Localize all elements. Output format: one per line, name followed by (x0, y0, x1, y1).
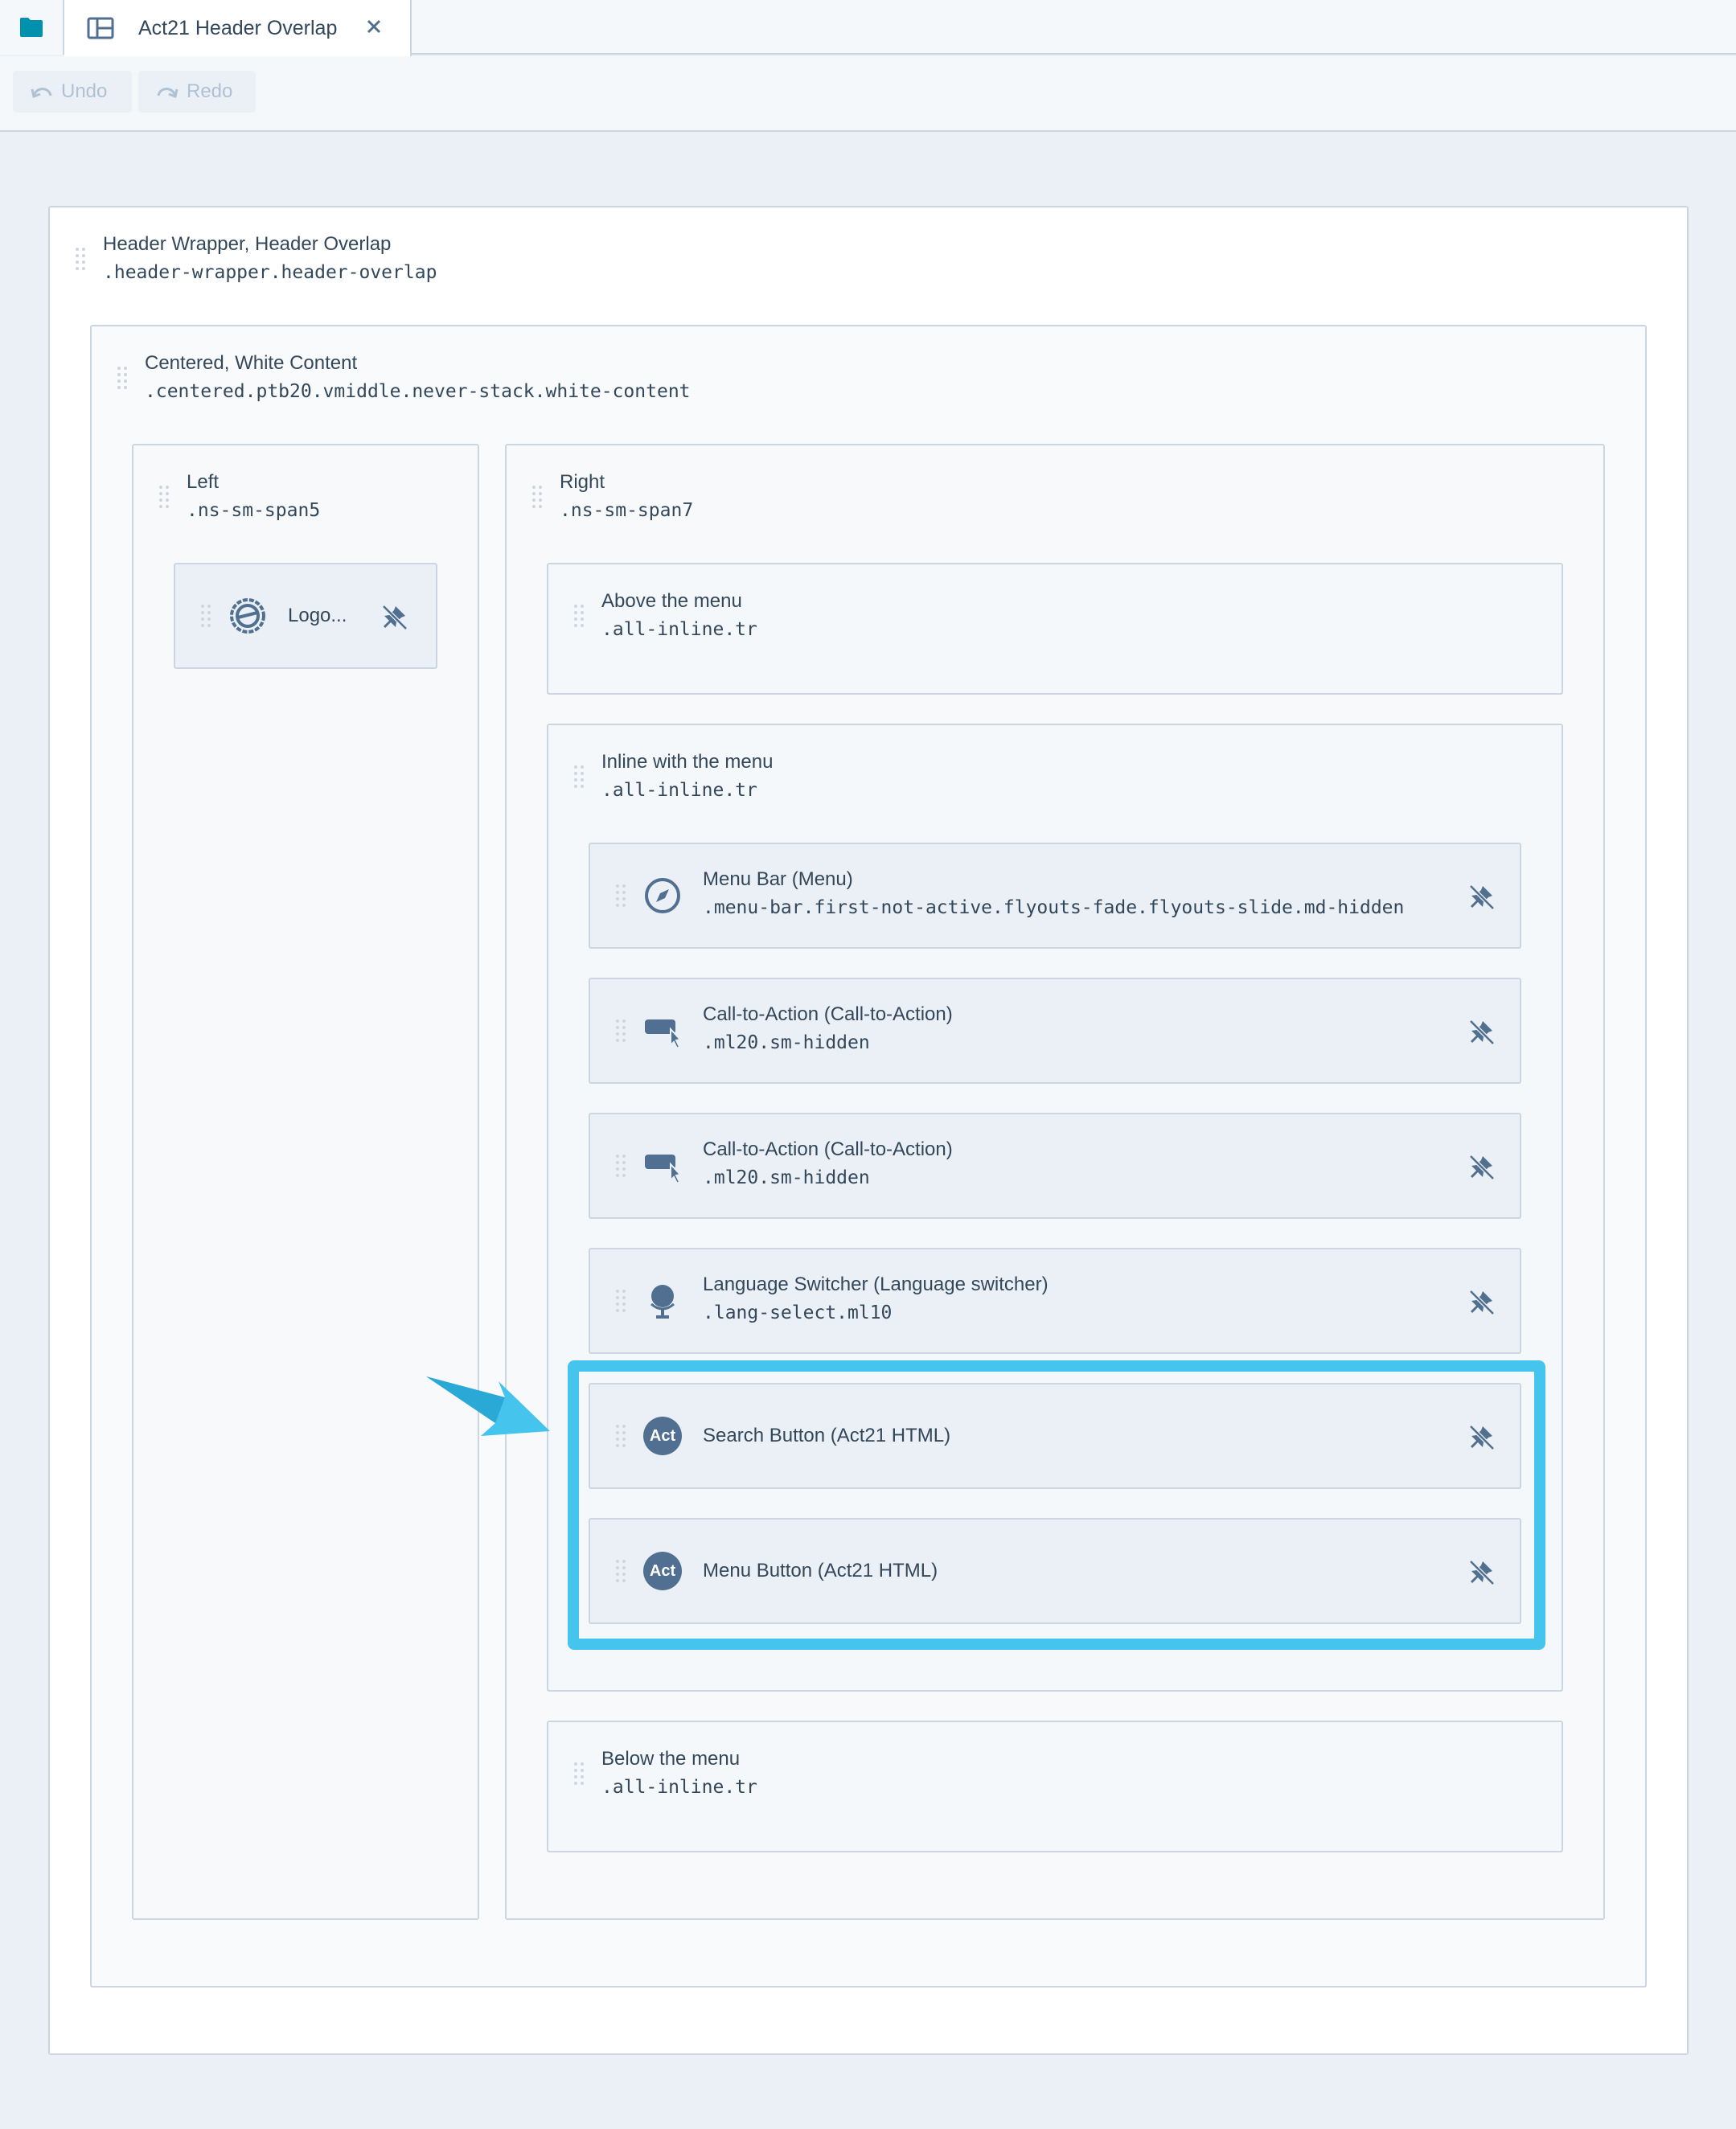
drag-handle[interactable] (574, 605, 584, 629)
cta-module[interactable]: Call-to-Action (Call-to-Action) .ml20.sm… (589, 978, 1521, 1084)
cta-module[interactable]: Call-to-Action (Call-to-Action) .ml20.sm… (589, 1113, 1521, 1219)
above-menu-row[interactable]: Above the menu .all-inline.tr (547, 563, 1563, 695)
section-title: Header Wrapper, Header Overlap (103, 233, 392, 255)
drag-handle[interactable] (574, 765, 584, 790)
module-css-class: .ml20.sm-hidden (703, 1032, 870, 1053)
folder-icon (20, 18, 43, 37)
row-title: Below the menu (601, 1748, 741, 1770)
drag-handle[interactable] (616, 1155, 626, 1179)
drag-handle[interactable] (76, 248, 85, 272)
row-title: Above the menu (601, 590, 742, 612)
row-css-class: .centered.ptb20.vmiddle.never-stack.whit… (145, 381, 691, 402)
row-title: Inline with the menu (601, 751, 774, 773)
language-switcher-module[interactable]: Language Switcher (Language switcher) .l… (589, 1248, 1521, 1354)
column-title: Left (187, 471, 220, 493)
tab-title: Act21 Header Overlap (138, 16, 338, 39)
undo-button[interactable]: Undo (13, 71, 132, 113)
highlight-box (568, 1360, 1545, 1650)
row-css-class: .all-inline.tr (601, 619, 757, 640)
module-title: Menu Bar (Menu) (703, 868, 853, 890)
logo-label: Logo... (288, 605, 347, 626)
cta-icon (645, 1155, 682, 1185)
cta-icon (645, 1019, 682, 1050)
module-title: Call-to-Action (Call-to-Action) (703, 1003, 953, 1025)
row-css-class: .all-inline.tr (601, 1777, 757, 1798)
drag-handle[interactable] (201, 605, 211, 629)
module-title: Language Switcher (Language switcher) (703, 1274, 1049, 1295)
column-css-class: .ns-sm-span7 (560, 500, 694, 521)
tab-act21-header-overlap[interactable]: Act21 Header Overlap (64, 0, 412, 56)
drag-handle[interactable] (532, 486, 542, 510)
module-css-class: .menu-bar.first-not-active.flyouts-fade.… (703, 897, 1405, 918)
annotation-arrow (426, 1376, 550, 1436)
pin-off-icon[interactable] (1468, 1153, 1496, 1180)
column-title: Right (560, 471, 605, 493)
undo-icon (31, 88, 52, 99)
redo-button[interactable]: Redo (138, 71, 256, 113)
below-menu-row[interactable]: Below the menu .all-inline.tr (547, 1721, 1563, 1852)
tab-bar: Act21 Header Overlap (0, 0, 1736, 56)
globe-icon (650, 1285, 675, 1319)
pin-off-icon[interactable] (1468, 883, 1496, 910)
drag-handle[interactable] (616, 1019, 626, 1044)
pin-off-icon[interactable] (381, 603, 408, 630)
editor-toolbar: Undo Redo (0, 56, 1736, 132)
drag-handle[interactable] (574, 1762, 584, 1786)
redo-icon (157, 88, 179, 99)
close-icon[interactable] (362, 14, 386, 39)
pin-off-icon[interactable] (1468, 1288, 1496, 1315)
row-css-class: .all-inline.tr (601, 780, 757, 801)
drag-handle[interactable] (117, 367, 127, 391)
module-css-class: .ml20.sm-hidden (703, 1167, 870, 1188)
drag-handle[interactable] (616, 884, 626, 909)
drag-handle[interactable] (159, 486, 169, 510)
drag-handle[interactable] (616, 1290, 626, 1314)
logo-icon (230, 598, 265, 634)
folder-tab[interactable] (0, 0, 64, 55)
module-title: Call-to-Action (Call-to-Action) (703, 1138, 953, 1160)
menu-bar-module[interactable]: Menu Bar (Menu) .menu-bar.first-not-acti… (589, 843, 1521, 949)
compass-icon (645, 878, 680, 913)
redo-label: Redo (187, 80, 233, 102)
logo-module[interactable]: Logo... (174, 563, 437, 669)
column-css-class: .ns-sm-span5 (187, 500, 321, 521)
row-title: Centered, White Content (145, 352, 358, 374)
section-css-class: .header-wrapper.header-overlap (103, 262, 437, 283)
undo-label: Undo (61, 80, 108, 102)
pin-off-icon[interactable] (1468, 1018, 1496, 1045)
layout-icon (87, 17, 114, 39)
module-css-class: .lang-select.ml10 (703, 1302, 893, 1323)
